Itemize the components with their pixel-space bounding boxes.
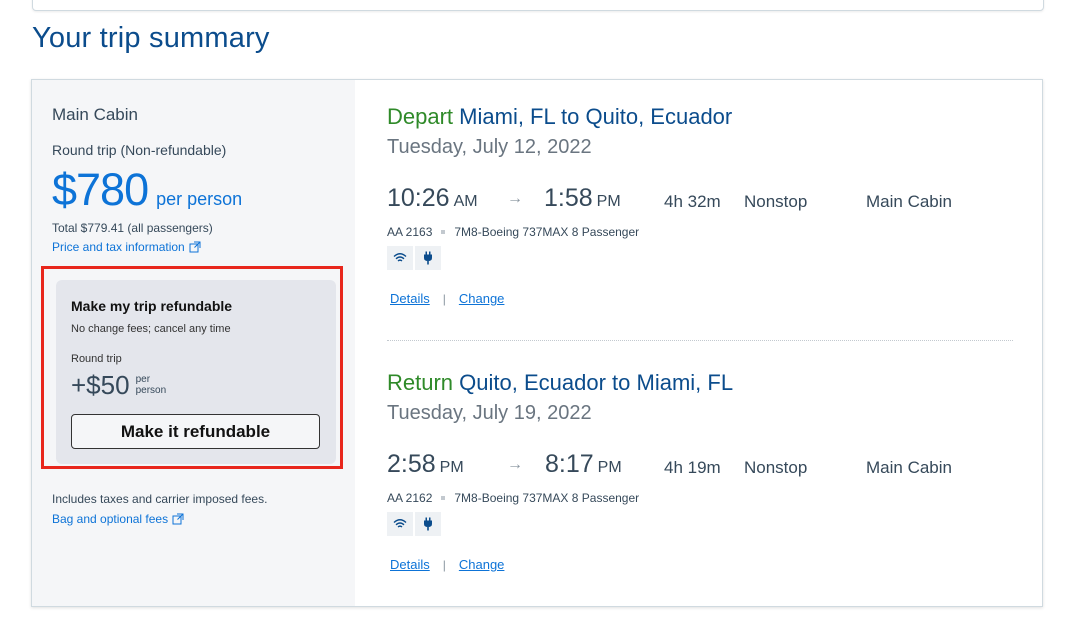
- amenities: [387, 246, 441, 270]
- segment-date: Tuesday, July 12, 2022: [387, 136, 592, 158]
- previous-section-card: [32, 0, 1044, 11]
- segment-route: Miami, FL to Quito, Ecuador: [459, 104, 733, 129]
- power-icon: [415, 246, 441, 270]
- segment-duration: 4h 32m: [664, 192, 721, 211]
- segment-cabin: Main Cabin: [866, 458, 952, 477]
- amenities: [387, 512, 441, 536]
- segment-times: 2:58 PM → 8:17 PM 4h 19m Nonstop Main Cabi…: [387, 450, 1013, 482]
- fare-total: Total $779.41 (all passengers): [52, 221, 213, 235]
- price-tax-info-link[interactable]: Price and tax information: [52, 240, 201, 254]
- arrow-right-icon: →: [507, 456, 523, 473]
- fare-cabin-name: Main Cabin: [52, 105, 138, 124]
- refundable-price-unit: per person: [135, 374, 167, 396]
- segment-direction: Depart: [387, 104, 454, 129]
- external-link-icon: [189, 241, 201, 253]
- aircraft-type: 7M8-Boeing 737MAX 8 Passenger: [454, 491, 640, 505]
- trip-summary-card: Main Cabin Round trip (Non-refundable) $…: [31, 79, 1043, 607]
- fare-price-unit: per person: [156, 189, 243, 209]
- arrive-time: 8:17 PM: [545, 450, 622, 478]
- refundable-trip-label: Round trip: [71, 353, 122, 365]
- arrive-time: 1:58 PM: [544, 184, 621, 212]
- depart-segment: Depart Miami, FL to Quito, Ecuador Tuesd…: [387, 104, 1013, 306]
- make-it-refundable-button[interactable]: Make it refundable: [71, 414, 320, 449]
- change-link[interactable]: Change: [459, 557, 505, 572]
- fare-summary-panel: Main Cabin Round trip (Non-refundable) $…: [32, 80, 355, 606]
- segment-stops: Nonstop: [744, 458, 808, 477]
- segment-heading: Return Quito, Ecuador to Miami, FL: [387, 370, 1013, 396]
- segment-route: Quito, Ecuador to Miami, FL: [459, 370, 734, 395]
- flight-number: AA 2162: [387, 491, 433, 505]
- refundable-price-amount: +$50: [71, 370, 130, 400]
- segment-heading: Depart Miami, FL to Quito, Ecuador: [387, 104, 1013, 130]
- details-link[interactable]: Details: [390, 291, 430, 306]
- flight-info: AA 2162 7M8-Boeing 737MAX 8 Passenger: [387, 491, 639, 505]
- segment-links: Details | Change: [390, 557, 504, 572]
- link-divider: |: [442, 291, 446, 306]
- details-link[interactable]: Details: [390, 557, 430, 572]
- refundable-upsell-card: Make my trip refundable No change fees; …: [56, 280, 336, 464]
- segment-stops: Nonstop: [744, 192, 808, 211]
- segment-duration: 4h 19m: [664, 458, 721, 477]
- wifi-icon: [387, 512, 413, 536]
- arrow-right-icon: →: [507, 190, 523, 207]
- flight-number: AA 2163: [387, 225, 433, 239]
- fare-price-amount: $780: [52, 164, 149, 215]
- refundable-price: +$50 per person: [71, 371, 176, 399]
- fare-trip-type: Round trip (Non-refundable): [52, 142, 227, 158]
- segment-direction: Return: [387, 370, 454, 395]
- fare-price: $780 per person: [52, 164, 242, 216]
- page-title: Your trip summary: [32, 22, 270, 54]
- refundable-subtitle: No change fees; cancel any time: [71, 323, 231, 335]
- segment-times: 10:26 AM → 1:58 PM 4h 32m Nonstop Main Cab…: [387, 184, 1013, 216]
- price-tax-info-label[interactable]: Price and tax information: [52, 240, 185, 254]
- segment-divider: [387, 340, 1013, 341]
- depart-time: 10:26 AM: [387, 184, 478, 212]
- bag-fees-link[interactable]: Bag and optional fees: [52, 512, 184, 526]
- return-segment: Return Quito, Ecuador to Miami, FL Tuesd…: [387, 370, 1013, 572]
- wifi-icon: [387, 246, 413, 270]
- segment-links: Details | Change: [390, 291, 504, 306]
- segment-cabin: Main Cabin: [866, 192, 952, 211]
- bag-fees-label[interactable]: Bag and optional fees: [52, 512, 168, 526]
- refundable-title: Make my trip refundable: [71, 298, 233, 314]
- flight-info: AA 2163 7M8-Boeing 737MAX 8 Passenger: [387, 225, 639, 239]
- change-link[interactable]: Change: [459, 291, 505, 306]
- fees-note: Includes taxes and carrier imposed fees.: [52, 492, 268, 506]
- link-divider: |: [442, 557, 446, 572]
- aircraft-type: 7M8-Boeing 737MAX 8 Passenger: [454, 225, 640, 239]
- highlight-annotation-box: Make my trip refundable No change fees; …: [41, 266, 343, 469]
- segment-date: Tuesday, July 19, 2022: [387, 402, 592, 424]
- external-link-icon: [172, 513, 184, 525]
- depart-time: 2:58 PM: [387, 450, 464, 478]
- separator-dot: [441, 230, 446, 234]
- separator-dot: [441, 496, 446, 500]
- power-icon: [415, 512, 441, 536]
